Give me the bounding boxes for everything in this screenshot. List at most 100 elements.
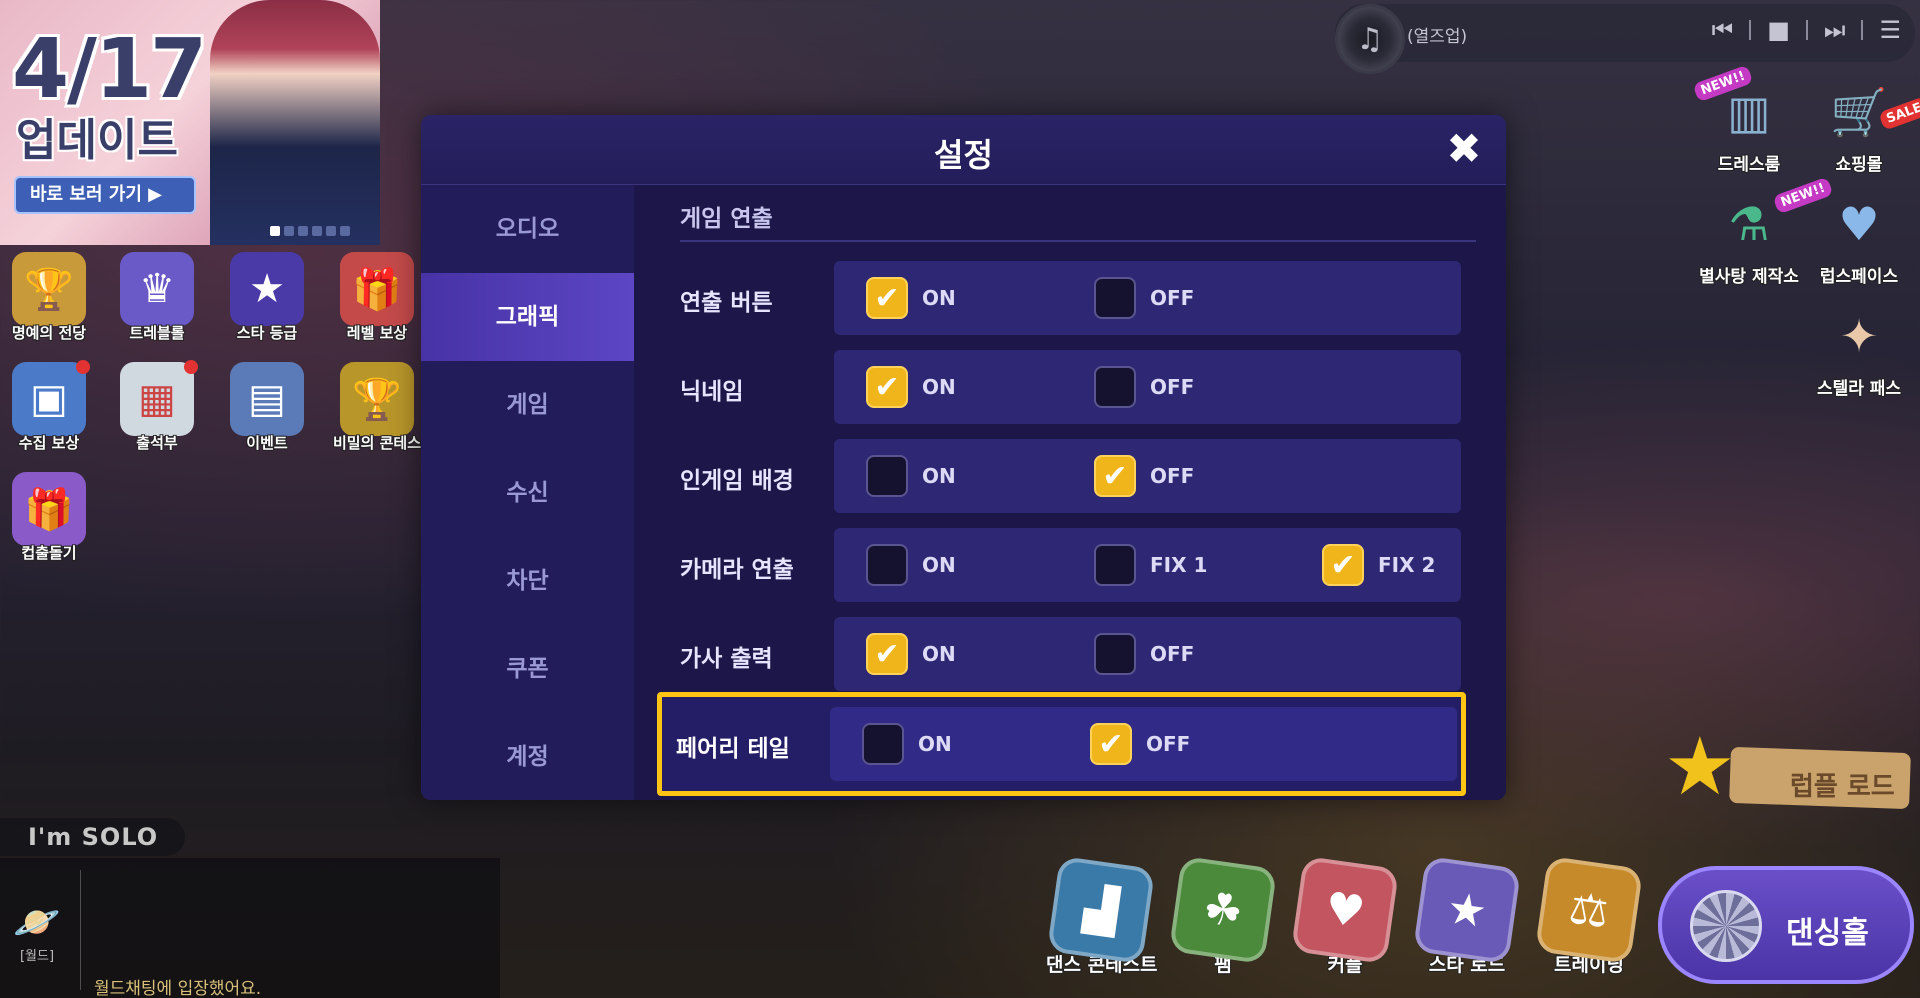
setting-row-fairy-tail: 페어리 테일 ON ✔ OFF — [657, 692, 1466, 796]
secret-contest-button[interactable]: 🏆 비밀의 콘테스 — [332, 362, 422, 453]
tab-account[interactable]: 계정 — [421, 713, 634, 800]
checkbox[interactable] — [866, 455, 908, 497]
star-icon: ★ — [230, 252, 304, 326]
setting-row-camera: 카메라 연출 ON FIX 1 ✔ FIX 2 — [634, 526, 1506, 604]
setting-label: 닉네임 — [680, 379, 744, 405]
tab-block[interactable]: 차단 — [421, 537, 634, 625]
option-on[interactable]: ON — [866, 544, 956, 586]
gift-icon: 🎁 — [340, 252, 414, 326]
trophy-icon: 🏆 — [12, 252, 86, 326]
family-icon: ☘ — [1168, 855, 1278, 965]
cup-icon: 🏆 — [340, 362, 414, 436]
calendar-icon: ▦ — [120, 362, 194, 436]
training-button[interactable]: ⚖ 트레이닝 — [1534, 855, 1644, 977]
option-off[interactable]: OFF — [1094, 633, 1194, 675]
modal-header: 설정 ✖ — [421, 115, 1506, 185]
option-on[interactable]: ON — [862, 723, 952, 765]
notification-dot — [76, 360, 90, 374]
banner-character — [210, 0, 380, 245]
update-banner[interactable]: 4/17 업데이트 바로 보러 가기 ▶ — [0, 0, 380, 245]
setting-label: 인게임 배경 — [680, 468, 794, 494]
dance-contest-button[interactable]: ▟ 댄스 콘테스트 — [1046, 855, 1158, 977]
banner-go-button[interactable]: 바로 보러 가기 ▶ — [14, 176, 196, 214]
checkbox[interactable]: ✔ — [1322, 544, 1364, 586]
checkbox[interactable]: ✔ — [866, 277, 908, 319]
playlist-icon[interactable]: ☰ — [1879, 16, 1901, 44]
setting-label: 연출 버튼 — [680, 290, 773, 316]
wings-icon: ♥ — [1838, 197, 1880, 251]
checkbox[interactable] — [1094, 633, 1136, 675]
chat-message: 월드채팅에 입장했어요. — [94, 979, 262, 998]
banner-subtitle: 업데이트 — [16, 115, 178, 166]
option-on[interactable]: ✔ ON — [866, 366, 956, 408]
option-off[interactable]: OFF — [1094, 366, 1194, 408]
close-icon[interactable]: ✖ — [1444, 128, 1484, 170]
setting-row-nickname: 닉네임 ✔ ON OFF — [634, 348, 1506, 426]
checkbox[interactable] — [862, 723, 904, 765]
tab-graphic[interactable]: 그래픽 — [421, 273, 634, 361]
option-off[interactable]: ✔ OFF — [1094, 455, 1194, 497]
option-fix2[interactable]: ✔ FIX 2 — [1322, 544, 1435, 586]
collection-icon: ▣ — [12, 362, 86, 436]
star-grade-button[interactable]: ★ 스타 등급 — [222, 252, 312, 343]
shop-button[interactable]: 🛒 쇼핑몰 SALE — [1804, 74, 1920, 175]
checkbox[interactable]: ✔ — [866, 366, 908, 408]
checkbox[interactable]: ✔ — [866, 633, 908, 675]
checkbox[interactable] — [866, 544, 908, 586]
lupp-road-button[interactable]: ★ 럽플 로드 — [1640, 720, 1911, 820]
stop-icon[interactable]: ■ — [1767, 16, 1790, 44]
podium-icon: ▟ — [1046, 855, 1156, 965]
option-off[interactable]: OFF — [1094, 277, 1194, 319]
dumbbell-icon: ⚖ — [1534, 855, 1644, 965]
music-controls: ⏮ ■ ⏭ ☰ — [1712, 16, 1901, 44]
option-fix1[interactable]: FIX 1 — [1094, 544, 1207, 586]
settings-tabs: 오디오 그래픽 게임 수신 차단 쿠폰 계정 — [421, 185, 634, 800]
tab-game[interactable]: 게임 — [421, 361, 634, 449]
setting-label: 카메라 연출 — [680, 557, 794, 583]
modal-title: 설정 — [934, 136, 993, 174]
level-reward-button[interactable]: 🎁 레벨 보상 — [332, 252, 422, 343]
banner-pagination — [270, 226, 350, 236]
fam-button[interactable]: ☘ 팸 — [1168, 855, 1278, 977]
travel-button[interactable]: ♛ 트레블롤 — [112, 252, 202, 343]
stella-pass-button[interactable]: ✦ 스텔라 패스 — [1804, 298, 1914, 399]
candy-factory-button[interactable]: ⚗ 별사탕 제작소 NEW!! — [1694, 176, 1834, 287]
hall-of-fame-button[interactable]: 🏆 명예의 전당 — [4, 252, 94, 343]
love-space-button[interactable]: ♥ 럽스페이스 — [1804, 186, 1914, 287]
checkbox[interactable] — [1094, 277, 1136, 319]
solo-tag: I'm SOLO — [0, 818, 185, 856]
next-track-icon[interactable]: ⏭ — [1824, 16, 1846, 44]
checkbox[interactable]: ✔ — [1094, 455, 1136, 497]
music-disc-icon[interactable]: ♫ — [1335, 4, 1405, 74]
pass-icon: ✦ — [1839, 309, 1879, 363]
tab-receive[interactable]: 수신 — [421, 449, 634, 537]
world-chat-button[interactable]: 🪐 [월드] — [12, 900, 62, 964]
crown-icon: ♛ — [120, 252, 194, 326]
star-road-button[interactable]: ★ 스타 로드 — [1412, 855, 1522, 977]
option-off[interactable]: ✔ OFF — [1090, 723, 1190, 765]
section-title: 게임 연출 — [680, 206, 773, 232]
checkbox[interactable] — [1094, 544, 1136, 586]
option-on[interactable]: ON — [866, 455, 956, 497]
setting-row-ingame-background: 인게임 배경 ON ✔ OFF — [634, 437, 1506, 515]
previous-track-icon[interactable]: ⏮ — [1712, 16, 1734, 44]
attendance-button[interactable]: ▦ 출석부 — [112, 360, 202, 453]
event-button[interactable]: ▤ 이벤트 — [222, 362, 312, 453]
checkbox[interactable] — [1094, 366, 1136, 408]
dressroom-button[interactable]: ▥ 드레스룸 NEW!! — [1692, 64, 1804, 175]
couple-button[interactable]: ♥ 커플 — [1290, 855, 1400, 977]
option-on[interactable]: ✔ ON — [866, 633, 956, 675]
dance-hall-button[interactable]: 댄싱홀 — [1658, 866, 1914, 984]
checkbox[interactable]: ✔ — [1090, 723, 1132, 765]
collection-reward-button[interactable]: ▣ 수집 보상 — [4, 360, 94, 453]
chat-panel[interactable]: 🪐 [월드] 월드채팅에 입장했어요. — [0, 858, 500, 998]
couple-icon: ♥ — [1290, 855, 1400, 965]
setting-row-lyrics: 가사 출력 ✔ ON OFF — [634, 615, 1506, 693]
tab-coupon[interactable]: 쿠폰 — [421, 625, 634, 713]
option-on[interactable]: ✔ ON — [866, 277, 956, 319]
tab-audio[interactable]: 오디오 — [421, 185, 634, 273]
present-icon: 🎁 — [12, 472, 86, 546]
capsule-button[interactable]: 🎁 컵출돌기 — [4, 472, 94, 563]
setting-label: 가사 출력 — [680, 646, 773, 672]
star-road-icon: ★ — [1412, 855, 1522, 965]
